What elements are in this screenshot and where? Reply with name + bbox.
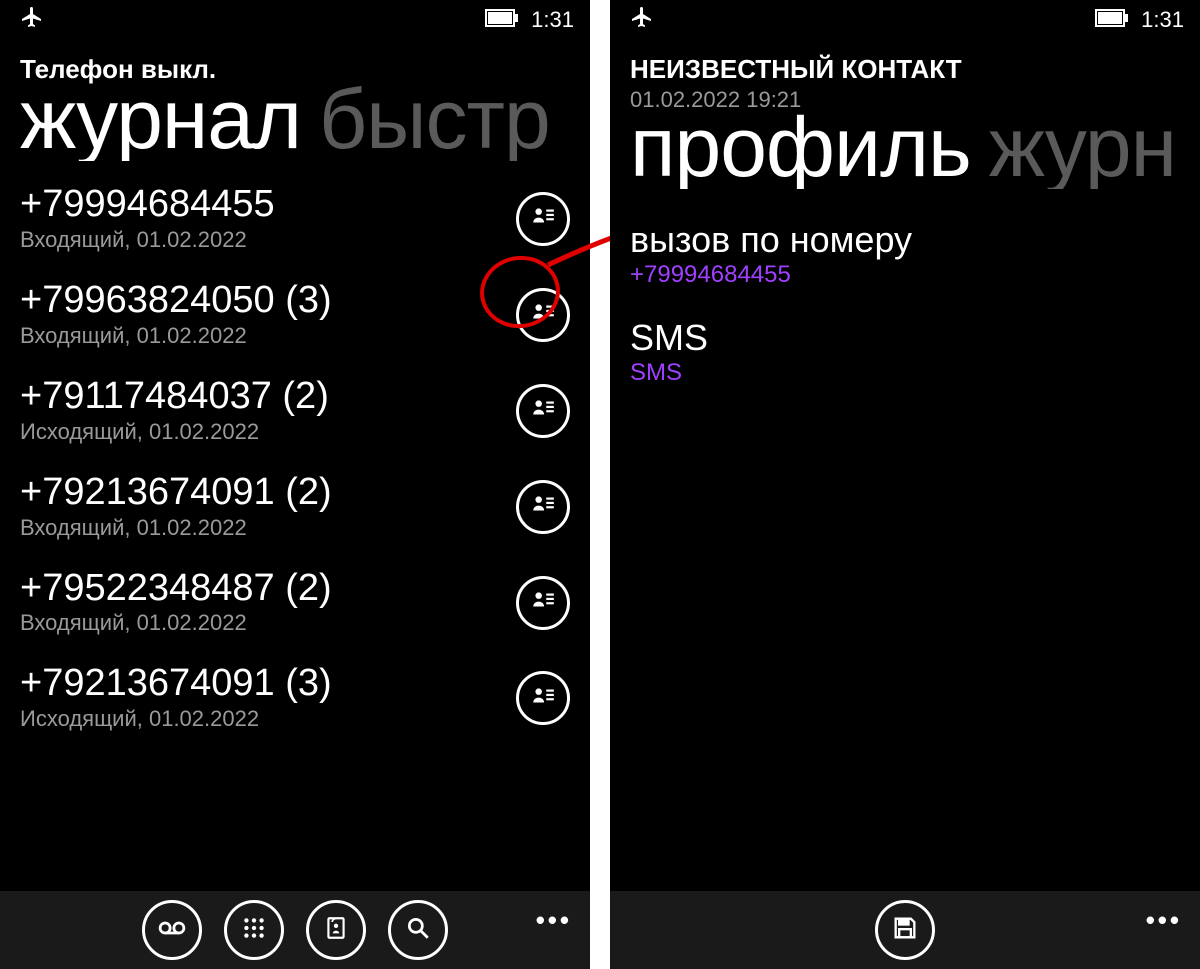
call-number: +79213674091 (3) bbox=[20, 664, 332, 704]
call-number: +79994684455 bbox=[20, 185, 275, 225]
sms-action-value: SMS bbox=[630, 359, 1180, 387]
tab-journal[interactable]: журнал bbox=[20, 77, 301, 161]
ellipsis-icon: ••• bbox=[536, 905, 572, 935]
contact-card-button[interactable] bbox=[516, 480, 570, 534]
call-entry[interactable]: +79522348487 (2) Входящий, 01.02.2022 bbox=[20, 569, 570, 637]
call-number: +79522348487 (2) bbox=[20, 569, 332, 609]
call-number: +79213674091 (2) bbox=[20, 473, 332, 513]
call-entry[interactable]: +79994684455 Входящий, 01.02.2022 bbox=[20, 185, 570, 253]
call-entry[interactable]: +79117484037 (2) Исходящий, 01.02.2022 bbox=[20, 377, 570, 445]
right-phone-screen: 1:31 НЕИЗВЕСТНЫЙ КОНТАКТ 01.02.2022 19:2… bbox=[610, 0, 1200, 969]
contact-card-button[interactable] bbox=[516, 288, 570, 342]
contact-card-icon bbox=[530, 491, 556, 522]
screenshot-divider bbox=[590, 0, 610, 969]
call-entry[interactable]: +79213674091 (2) Входящий, 01.02.2022 bbox=[20, 473, 570, 541]
call-detail: Входящий, 01.02.2022 bbox=[20, 515, 332, 541]
battery-icon bbox=[1095, 7, 1129, 33]
dialpad-icon bbox=[241, 915, 267, 946]
left-phone-screen: 1:31 Телефон выкл. журналбыстр +79994684… bbox=[0, 0, 590, 969]
status-time: 1:31 bbox=[531, 7, 574, 33]
search-button[interactable] bbox=[388, 900, 448, 960]
call-detail: Исходящий, 01.02.2022 bbox=[20, 419, 329, 445]
pivot-tabs: профильжурн bbox=[610, 105, 1200, 189]
phonebook-icon bbox=[323, 915, 349, 946]
status-time: 1:31 bbox=[1141, 7, 1184, 33]
contacts-button[interactable] bbox=[306, 900, 366, 960]
call-action-label: вызов по номеру bbox=[630, 221, 1180, 259]
app-bar: ••• bbox=[610, 891, 1200, 969]
call-detail: Входящий, 01.02.2022 bbox=[20, 610, 332, 636]
contact-title: НЕИЗВЕСТНЫЙ КОНТАКТ bbox=[610, 40, 1200, 85]
call-detail: Входящий, 01.02.2022 bbox=[20, 323, 332, 349]
tab-speed-dial[interactable]: быстр bbox=[319, 77, 550, 161]
call-number: +79963824050 (3) bbox=[20, 281, 332, 321]
battery-icon bbox=[485, 7, 519, 33]
dialpad-button[interactable] bbox=[224, 900, 284, 960]
contact-card-icon bbox=[530, 683, 556, 714]
contact-card-icon bbox=[530, 587, 556, 618]
contact-card-button[interactable] bbox=[516, 576, 570, 630]
contact-card-button[interactable] bbox=[516, 384, 570, 438]
contact-card-button[interactable] bbox=[516, 192, 570, 246]
more-button[interactable]: ••• bbox=[1146, 905, 1182, 936]
contact-card-icon bbox=[530, 395, 556, 426]
app-bar: ••• bbox=[0, 891, 590, 969]
call-detail: Входящий, 01.02.2022 bbox=[20, 227, 275, 253]
more-button[interactable]: ••• bbox=[536, 905, 572, 936]
status-bar: 1:31 bbox=[0, 0, 590, 40]
save-button[interactable] bbox=[875, 900, 935, 960]
tab-profile[interactable]: профиль bbox=[630, 105, 971, 189]
save-icon bbox=[891, 914, 919, 947]
airplane-mode-icon bbox=[630, 5, 654, 35]
profile-list: вызов по номеру +79994684455 SMS SMS bbox=[610, 189, 1200, 417]
call-entry[interactable]: +79213674091 (3) Исходящий, 01.02.2022 bbox=[20, 664, 570, 732]
tab-journal[interactable]: журн bbox=[989, 105, 1176, 189]
status-bar: 1:31 bbox=[610, 0, 1200, 40]
airplane-mode-icon bbox=[20, 5, 44, 35]
sms-action-label: SMS bbox=[630, 319, 1180, 357]
voicemail-icon bbox=[157, 913, 187, 948]
call-entry[interactable]: +79963824050 (3) Входящий, 01.02.2022 bbox=[20, 281, 570, 349]
sms-action[interactable]: SMS SMS bbox=[630, 319, 1180, 387]
contact-card-button[interactable] bbox=[516, 671, 570, 725]
contact-card-icon bbox=[530, 299, 556, 330]
contact-card-icon bbox=[530, 203, 556, 234]
call-detail: Исходящий, 01.02.2022 bbox=[20, 706, 332, 732]
call-action[interactable]: вызов по номеру +79994684455 bbox=[630, 221, 1180, 289]
voicemail-button[interactable] bbox=[142, 900, 202, 960]
pivot-tabs: журналбыстр bbox=[0, 77, 590, 161]
call-history-list: +79994684455 Входящий, 01.02.2022 +79963… bbox=[0, 161, 590, 891]
search-icon bbox=[405, 915, 431, 946]
call-action-value: +79994684455 bbox=[630, 261, 1180, 289]
ellipsis-icon: ••• bbox=[1146, 905, 1182, 935]
call-number: +79117484037 (2) bbox=[20, 377, 329, 417]
